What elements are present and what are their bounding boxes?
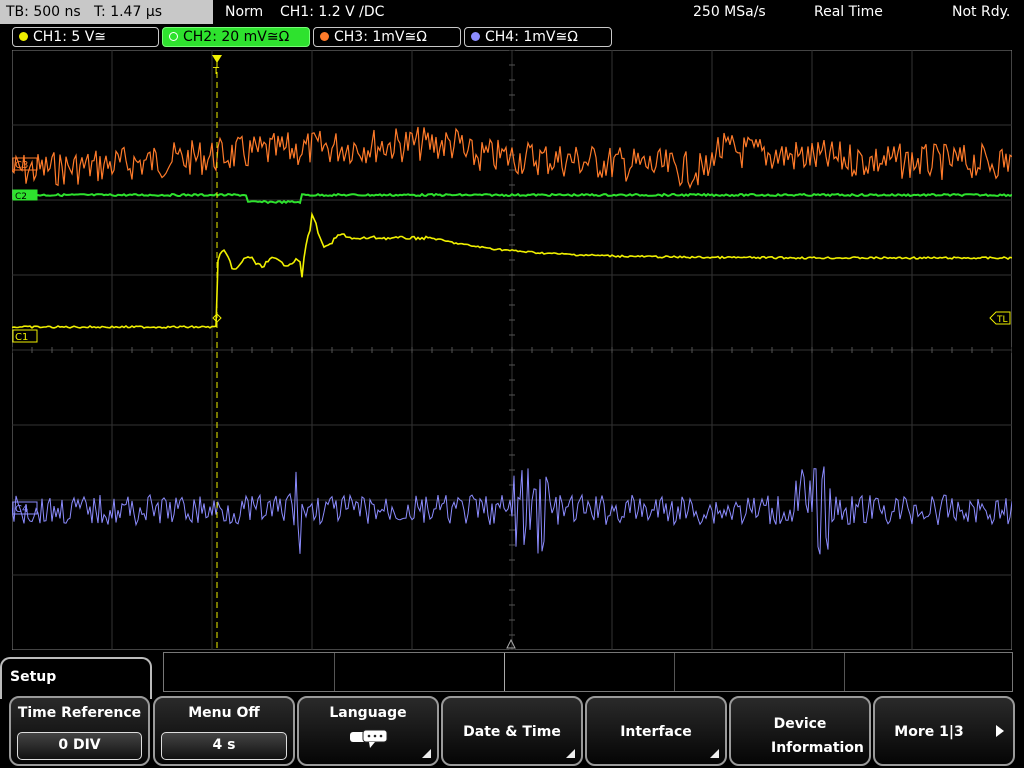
- menu-off-value: 4 s: [161, 732, 287, 760]
- softkey-label: Date & Time: [463, 724, 561, 740]
- speech-bubble-icon: [350, 729, 388, 748]
- overview-bar: [163, 652, 1013, 692]
- softkey-label: Time Reference: [17, 705, 142, 721]
- next-page-arrow-icon: [996, 725, 1004, 737]
- svg-text:C1: C1: [15, 332, 28, 343]
- channel-tab-label: CH2: 20 mV≅Ω: [183, 29, 290, 45]
- waveform-display[interactable]: T C3 C2 C1 C4 TL: [12, 50, 1012, 650]
- ch4-color-dot-icon: [471, 32, 480, 41]
- ch1-color-dot-icon: [19, 32, 28, 41]
- time-reference-value: 0 DIV: [17, 732, 142, 760]
- status-bar: Norm CH1: 1.2 V ∕DC 250 MSa/s Real Time …: [215, 0, 1024, 24]
- channel-tab-label: CH4: 1mV≅Ω: [485, 29, 578, 45]
- time-reference-softkey[interactable]: Time Reference 0 DIV: [9, 696, 150, 766]
- submenu-indicator-icon: [422, 749, 431, 758]
- ch3-color-dot-icon: [320, 32, 329, 41]
- channel-tab-label: CH1: 5 V≅: [33, 29, 107, 45]
- trigger-source[interactable]: CH1: 1.2 V ∕DC: [280, 0, 384, 24]
- trigger-mode[interactable]: Norm: [225, 0, 263, 24]
- date-time-softkey[interactable]: Date & Time: [441, 696, 583, 766]
- timebase-readout[interactable]: TB: 500 ns T: 1.47 µs: [0, 0, 213, 24]
- interface-softkey[interactable]: Interface: [585, 696, 727, 766]
- svg-text:C3: C3: [15, 160, 28, 171]
- softkey-label: Interface: [620, 724, 692, 740]
- acquisition-mode: Real Time: [814, 4, 883, 20]
- channel-tab-ch3[interactable]: CH3: 1mV≅Ω: [313, 27, 461, 47]
- acquisition-state: Not Rdy.: [952, 4, 1011, 20]
- softkey-label: Menu Off: [188, 705, 260, 721]
- language-softkey[interactable]: Language: [297, 696, 439, 766]
- softkey-label: Device Information: [771, 716, 864, 756]
- channel-tab-ch4[interactable]: CH4: 1mV≅Ω: [464, 27, 612, 47]
- submenu-indicator-icon: [710, 749, 719, 758]
- menu-title: Setup: [10, 669, 57, 685]
- submenu-indicator-icon: [566, 749, 575, 758]
- ch2-ground-marker[interactable]: C2: [12, 189, 38, 202]
- more-softkey[interactable]: More 1|3: [873, 696, 1015, 766]
- svg-text:C2: C2: [15, 192, 27, 202]
- softkey-label: Language: [329, 705, 407, 721]
- menu-off-softkey[interactable]: Menu Off 4 s: [153, 696, 295, 766]
- channel-tab-ch1[interactable]: CH1: 5 V≅: [12, 27, 159, 47]
- softkey-label: More 1|3: [894, 724, 964, 740]
- channel-tab-ch2[interactable]: CH2: 20 mV≅Ω: [162, 27, 310, 47]
- channel-tab-label: CH3: 1mV≅Ω: [334, 29, 427, 45]
- ch2-color-dot-icon: [169, 32, 178, 41]
- sample-rate: 250 MSa/s: [693, 4, 766, 20]
- menu-title-tab: Setup: [0, 657, 152, 699]
- svg-text:C4: C4: [15, 504, 28, 515]
- device-information-softkey[interactable]: Device Information: [729, 696, 871, 766]
- trigger-marker-label: T: [212, 66, 220, 77]
- svg-text:TL: TL: [996, 315, 1008, 325]
